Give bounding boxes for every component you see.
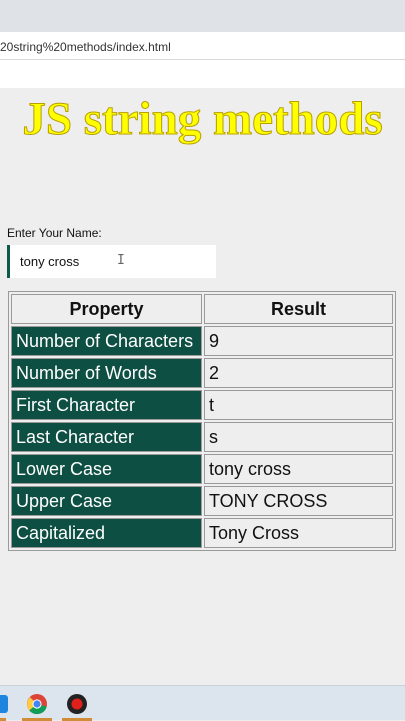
results-table: Property Result Number of Characters 9 N… — [8, 291, 396, 551]
table-row: Number of Characters 9 — [11, 326, 393, 356]
table-row: First Character t — [11, 390, 393, 420]
result-cell: Tony Cross — [204, 518, 393, 548]
table-header-row: Property Result — [11, 294, 393, 324]
page-content: JS string methods Enter Your Name: I Pro… — [0, 88, 405, 685]
chrome-icon[interactable] — [26, 693, 48, 715]
property-cell: Last Character — [11, 422, 202, 452]
table-row: Last Character s — [11, 422, 393, 452]
table-row: Capitalized Tony Cross — [11, 518, 393, 548]
property-cell: Number of Characters — [11, 326, 202, 356]
property-cell: Capitalized — [11, 518, 202, 548]
result-cell: TONY CROSS — [204, 486, 393, 516]
header-property: Property — [11, 294, 202, 324]
app-edge-icon[interactable] — [0, 693, 16, 715]
browser-tab-strip — [0, 0, 405, 32]
name-label: Enter Your Name: — [7, 226, 102, 240]
page-title: JS string methods — [22, 93, 383, 146]
table-row: Upper Case TONY CROSS — [11, 486, 393, 516]
name-input[interactable] — [7, 245, 216, 278]
result-cell: 2 — [204, 358, 393, 388]
table-row: Number of Words 2 — [11, 358, 393, 388]
address-bar[interactable]: 20string%20methods/index.html — [0, 32, 405, 60]
result-cell: tony cross — [204, 454, 393, 484]
url-text[interactable]: 20string%20methods/index.html — [0, 40, 171, 54]
result-cell: s — [204, 422, 393, 452]
bookmarks-bar — [0, 60, 405, 88]
property-cell: Lower Case — [11, 454, 202, 484]
property-cell: First Character — [11, 390, 202, 420]
taskbar — [0, 685, 405, 721]
text-cursor-icon: I — [117, 253, 125, 268]
record-icon[interactable] — [66, 693, 88, 715]
header-result: Result — [204, 294, 393, 324]
property-cell: Upper Case — [11, 486, 202, 516]
result-cell: 9 — [204, 326, 393, 356]
result-cell: t — [204, 390, 393, 420]
table-row: Lower Case tony cross — [11, 454, 393, 484]
property-cell: Number of Words — [11, 358, 202, 388]
